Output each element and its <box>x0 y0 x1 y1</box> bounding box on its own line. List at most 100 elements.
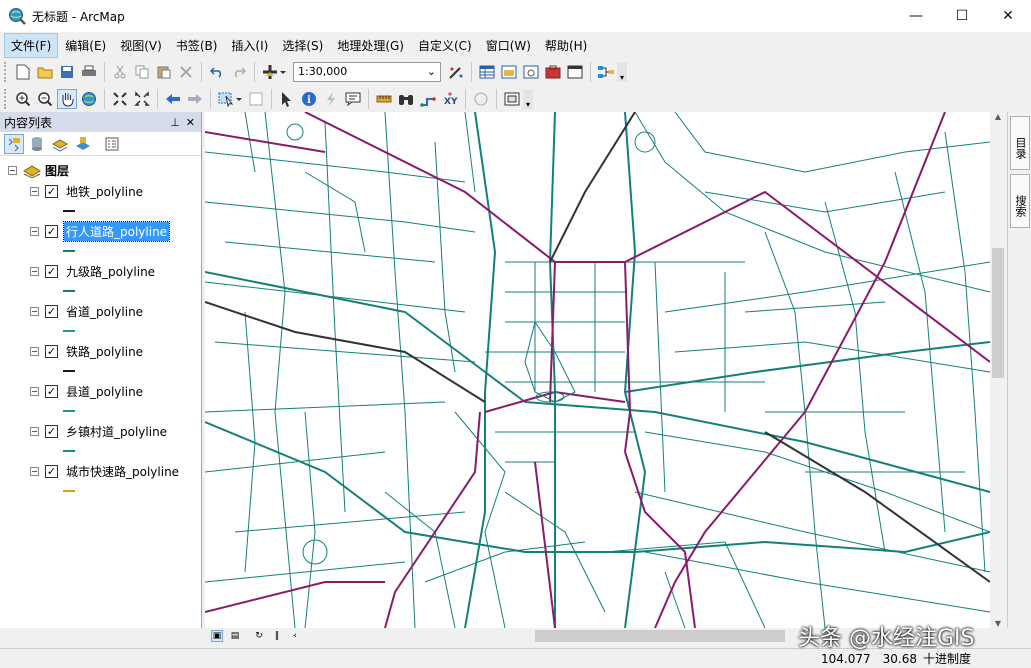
layer-item[interactable]: − ✓ 地铁_polyline <box>30 182 145 201</box>
layer-name[interactable]: 行人道路_polyline <box>62 221 171 242</box>
time-slider-icon[interactable] <box>471 89 491 109</box>
find-binoculars-icon[interactable] <box>396 89 416 109</box>
layer-item[interactable]: − ✓ 九级路_polyline <box>30 262 157 281</box>
layout-view-icon[interactable]: ▤ <box>229 630 241 642</box>
create-viewer-icon[interactable] <box>502 89 522 109</box>
pan-hand-icon[interactable] <box>57 88 77 109</box>
menu-insert[interactable]: 插入(I) <box>224 33 275 58</box>
back-extent-icon[interactable] <box>163 89 183 109</box>
refresh-icon[interactable]: ↻ <box>253 630 265 642</box>
layer-name[interactable]: 乡镇村道_polyline <box>64 422 169 441</box>
layer-visibility-checkbox[interactable]: ✓ <box>45 185 58 198</box>
catalog-window-icon[interactable] <box>499 62 519 82</box>
close-button[interactable]: ✕ <box>985 0 1031 32</box>
layers-root[interactable]: − 图层 <box>8 162 69 179</box>
collapse-toggle[interactable]: − <box>8 166 17 175</box>
layer-name[interactable]: 铁路_polyline <box>64 342 145 361</box>
goto-xy-icon[interactable]: XY <box>440 89 460 109</box>
layer-item[interactable]: − ✓ 铁路_polyline <box>30 342 145 361</box>
collapse-toggle[interactable]: − <box>30 187 39 196</box>
select-features-icon[interactable] <box>216 89 244 109</box>
menu-customize[interactable]: 自定义(C) <box>411 33 479 58</box>
close-icon[interactable]: ✕ <box>186 116 195 129</box>
search-window-icon[interactable] <box>521 62 541 82</box>
html-popup-icon[interactable] <box>343 89 363 109</box>
arctoolbox-icon[interactable] <box>543 62 563 82</box>
new-document-icon[interactable] <box>13 62 33 82</box>
layer-item[interactable]: − ✓ 行人道路_polyline <box>30 221 171 242</box>
layer-symbol[interactable] <box>63 290 75 292</box>
menu-bookmarks[interactable]: 书签(B) <box>169 33 225 58</box>
options-icon[interactable] <box>102 134 122 154</box>
menu-file[interactable]: 文件(F) <box>4 32 59 58</box>
measure-ruler-icon[interactable] <box>374 89 394 109</box>
cut-icon[interactable] <box>110 62 130 82</box>
scroll-down-icon[interactable]: ▼ <box>990 619 1006 628</box>
menu-geoprocessing[interactable]: 地理处理(G) <box>330 33 411 58</box>
list-by-drawing-order-icon[interactable] <box>4 133 24 154</box>
maximize-button[interactable]: ☐ <box>939 0 985 32</box>
layer-name[interactable]: 省道_polyline <box>64 302 145 321</box>
layer-visibility-checkbox[interactable]: ✓ <box>45 305 58 318</box>
catalog-tab[interactable]: 目录 <box>1010 116 1030 170</box>
full-extent-globe-icon[interactable] <box>79 89 99 109</box>
add-data-icon[interactable] <box>260 62 288 82</box>
toolbar-grip[interactable] <box>4 88 8 109</box>
fixed-zoom-out-icon[interactable] <box>132 89 152 109</box>
menu-help[interactable]: 帮助(H) <box>538 33 594 58</box>
layer-symbol[interactable] <box>63 210 75 212</box>
redo-icon[interactable] <box>229 62 249 82</box>
collapse-toggle[interactable]: − <box>30 427 39 436</box>
list-by-source-icon[interactable] <box>27 134 47 154</box>
collapse-toggle[interactable]: − <box>30 467 39 476</box>
editor-toolbar-icon[interactable] <box>446 62 466 82</box>
list-by-selection-icon[interactable] <box>73 134 93 154</box>
python-window-icon[interactable] <box>565 62 585 82</box>
layer-visibility-checkbox[interactable]: ✓ <box>45 465 58 478</box>
zoom-out-icon[interactable] <box>35 89 55 109</box>
toolbar-overflow-button[interactable]: ▾ <box>523 88 533 109</box>
map-canvas[interactable] <box>205 112 990 628</box>
fixed-zoom-in-icon[interactable] <box>110 89 130 109</box>
collapse-toggle[interactable]: − <box>30 347 39 356</box>
model-builder-icon[interactable] <box>596 62 616 82</box>
copy-icon[interactable] <box>132 62 152 82</box>
table-window-icon[interactable] <box>477 62 497 82</box>
undo-icon[interactable] <box>207 62 227 82</box>
print-icon[interactable] <box>79 62 99 82</box>
scroll-left-icon[interactable]: ‹ <box>289 630 301 642</box>
toolbar-grip[interactable] <box>4 61 8 82</box>
forward-extent-icon[interactable] <box>185 89 205 109</box>
menu-windows[interactable]: 窗口(W) <box>479 33 538 58</box>
layer-name[interactable]: 城市快速路_polyline <box>64 462 181 481</box>
pause-drawing-icon[interactable]: ‖ <box>271 630 283 642</box>
layer-item[interactable]: − ✓ 城市快速路_polyline <box>30 462 181 481</box>
hyperlink-lightning-icon[interactable] <box>321 89 341 109</box>
layer-symbol[interactable] <box>63 450 75 452</box>
open-folder-icon[interactable] <box>35 62 55 82</box>
layer-item[interactable]: − ✓ 省道_polyline <box>30 302 145 321</box>
menu-view[interactable]: 视图(V) <box>113 33 169 58</box>
collapse-toggle[interactable]: − <box>30 307 39 316</box>
layer-name[interactable]: 县道_polyline <box>64 382 145 401</box>
search-tab[interactable]: 搜索 <box>1010 174 1030 228</box>
layer-name[interactable]: 九级路_polyline <box>64 262 157 281</box>
horizontal-scroll-thumb[interactable] <box>535 630 785 642</box>
layer-symbol[interactable] <box>63 370 75 372</box>
layer-name[interactable]: 地铁_polyline <box>64 182 145 201</box>
collapse-toggle[interactable]: − <box>30 227 39 236</box>
layer-symbol[interactable] <box>63 410 75 412</box>
select-elements-icon[interactable] <box>277 89 297 109</box>
identify-icon[interactable]: i <box>299 89 319 109</box>
minimize-button[interactable]: — <box>893 0 939 32</box>
layer-visibility-checkbox[interactable]: ✓ <box>45 425 58 438</box>
layer-visibility-checkbox[interactable]: ✓ <box>45 225 58 238</box>
toolbar-overflow-button[interactable]: ▾ <box>617 61 627 82</box>
data-view-icon[interactable]: ▣ <box>211 630 223 642</box>
menu-edit[interactable]: 编辑(E) <box>58 33 113 58</box>
vertical-scroll-thumb[interactable] <box>992 248 1004 378</box>
layer-symbol[interactable] <box>63 330 75 332</box>
layer-visibility-checkbox[interactable]: ✓ <box>45 345 58 358</box>
layer-visibility-checkbox[interactable]: ✓ <box>45 265 58 278</box>
menu-selection[interactable]: 选择(S) <box>275 33 330 58</box>
